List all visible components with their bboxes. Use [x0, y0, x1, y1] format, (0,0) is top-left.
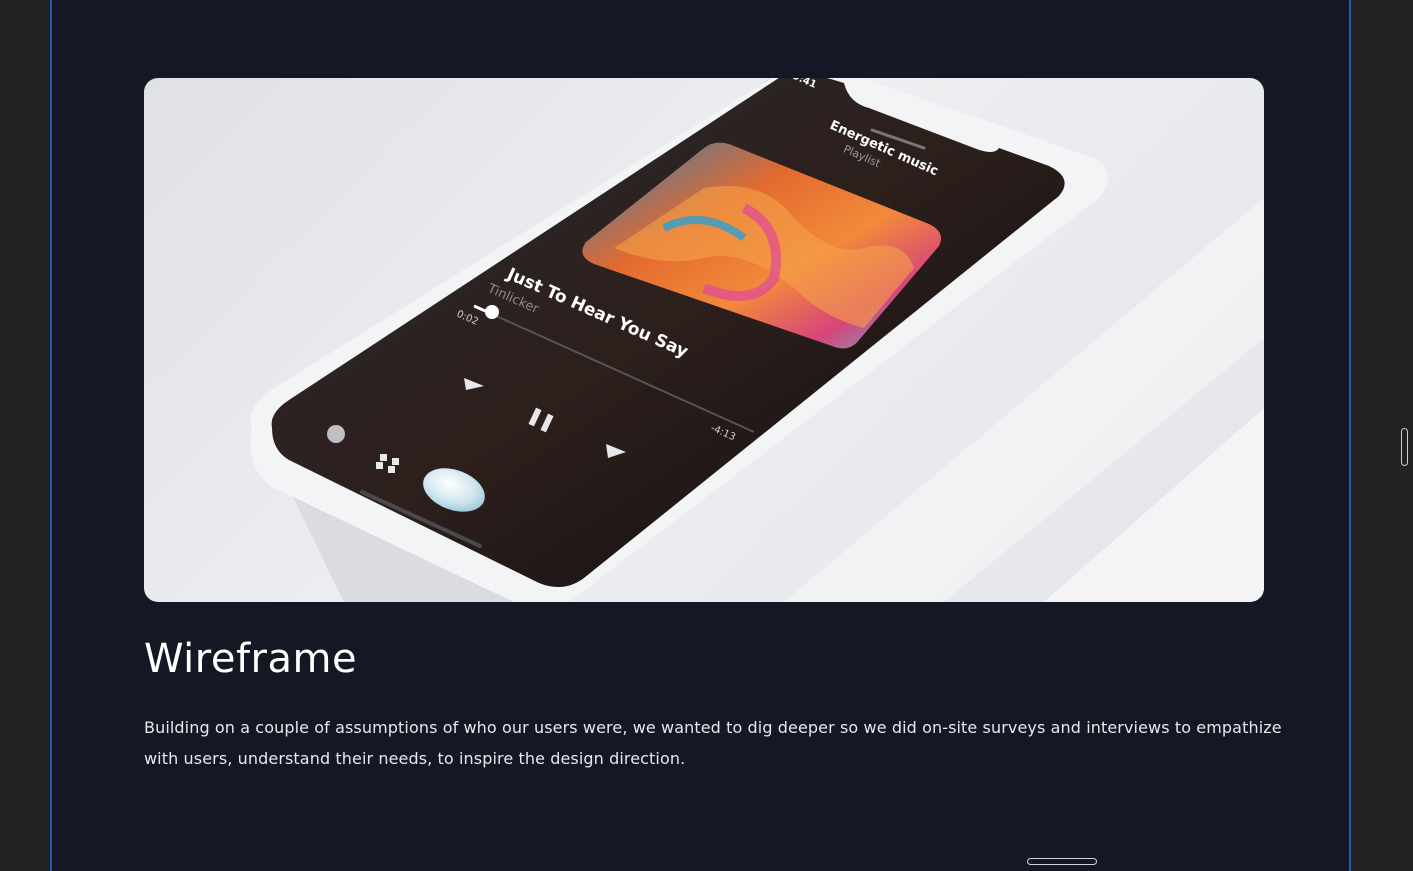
section-title: Wireframe [144, 636, 358, 682]
phone-mockup-illustration: Just To Hear You Say Tinlicker Energetic… [250, 78, 1264, 602]
section-description: Building on a couple of assumptions of w… [144, 718, 1282, 768]
content-frame: Just To Hear You Say Tinlicker Energetic… [50, 0, 1351, 871]
scrollbar-thumb[interactable] [1401, 428, 1408, 466]
carousel-indicator[interactable] [1027, 858, 1097, 865]
hero-image: Just To Hear You Say Tinlicker Energetic… [144, 78, 1264, 602]
